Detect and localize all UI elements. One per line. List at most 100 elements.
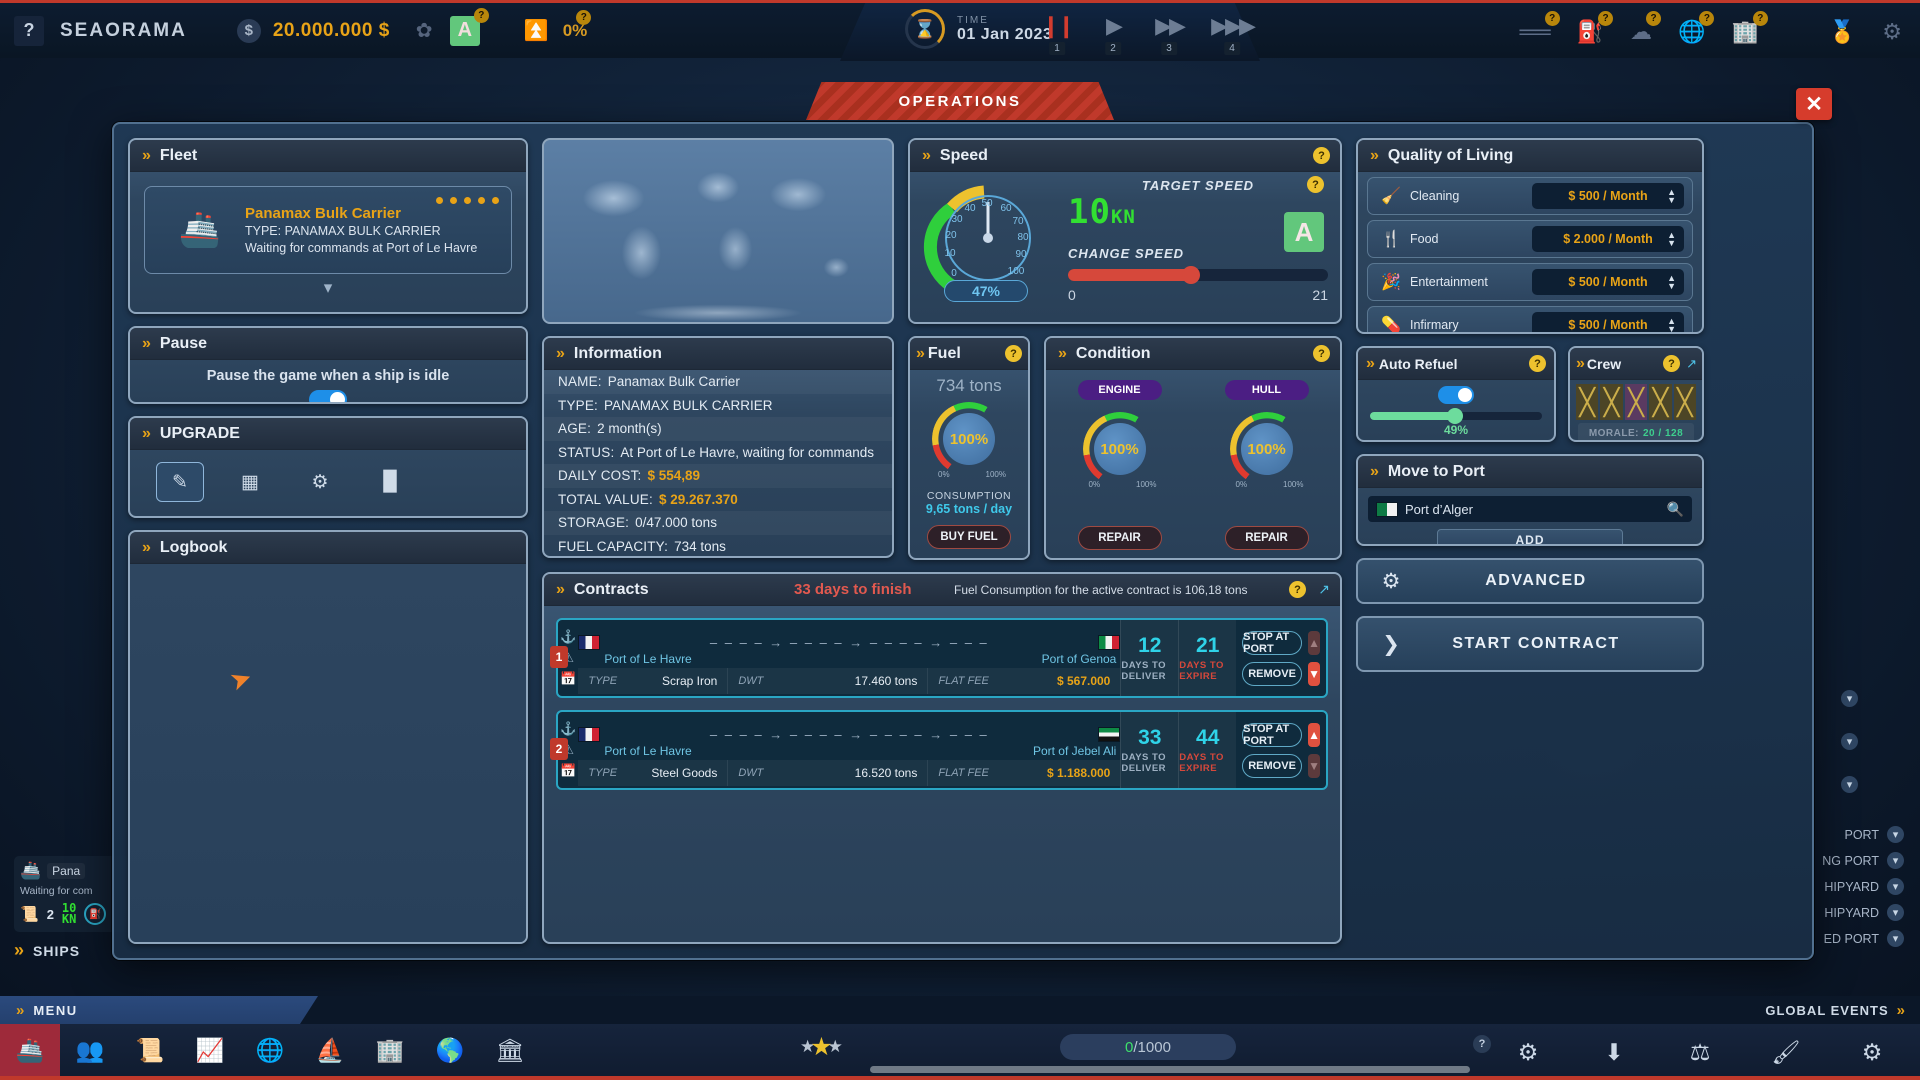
condition-help-icon[interactable]: ? xyxy=(1313,345,1330,362)
port-list-dot-icon[interactable]: ▾ xyxy=(1887,878,1904,895)
stepper-arrows-icon[interactable]: ▲ ▼ xyxy=(1667,188,1676,205)
eco-help-icon[interactable]: ? xyxy=(473,7,489,23)
contracts-external-link-icon[interactable]: ↗ xyxy=(1318,581,1330,598)
layout-icon[interactable]: ▦ xyxy=(226,462,274,502)
side-dot-icon[interactable]: ▾ xyxy=(1841,690,1858,707)
gears-icon[interactable]: ⚙ xyxy=(1498,1026,1558,1078)
cloud-help-icon[interactable]: ? xyxy=(1646,11,1662,26)
qol-value-stepper[interactable]: $ 500 / Month ▲ ▼ xyxy=(1532,183,1684,209)
port-list-row[interactable]: ED PORT ▾ xyxy=(1822,930,1904,947)
company-icon[interactable]: 🏢 xyxy=(360,1024,420,1076)
books-icon[interactable]: ══? xyxy=(1519,11,1560,45)
eco-grade-group[interactable]: A ? xyxy=(449,7,489,46)
market-group[interactable]: ⏫ 0% ? xyxy=(524,10,592,43)
auto-refuel-help-icon[interactable]: ? xyxy=(1529,355,1546,372)
fuel-help-icon[interactable]: ? xyxy=(1005,345,1022,362)
move-up-icon[interactable]: ▲ xyxy=(1308,630,1321,655)
slider-knob[interactable] xyxy=(1182,266,1201,284)
settings-icon[interactable]: ⚙ xyxy=(1842,1026,1902,1078)
menu-label[interactable]: MENU xyxy=(33,1003,77,1018)
start-contract-button[interactable]: ❯ START CONTRACT xyxy=(1356,616,1704,672)
ships-label-group[interactable]: » SHIPS xyxy=(14,940,80,961)
move-up-icon[interactable]: ▲ xyxy=(1308,722,1321,747)
crew-icon[interactable]: 👥 xyxy=(60,1024,120,1076)
ship-icon[interactable]: 🚢 xyxy=(0,1024,60,1076)
change-speed-slider[interactable] xyxy=(1068,266,1328,284)
download-icon[interactable]: ⬇ xyxy=(1584,1026,1644,1078)
move-down-icon[interactable]: ▼ xyxy=(1308,753,1321,778)
stats-icon[interactable]: 📈 xyxy=(180,1024,240,1076)
market-help-icon[interactable]: ? xyxy=(576,10,592,25)
cloud-ship-icon[interactable]: ☁? xyxy=(1630,11,1662,45)
gear-icon[interactable]: ⚙ xyxy=(296,462,344,502)
fleet-ship-card[interactable]: 🚢 Panamax Bulk Carrier TYPE: PANAMAX BUL… xyxy=(144,186,512,274)
stepper-arrows-icon[interactable]: ▲ ▼ xyxy=(1667,274,1676,291)
port-search-field[interactable]: 🔍 xyxy=(1368,496,1692,522)
stepper-arrows-icon[interactable]: ▲ ▼ xyxy=(1667,231,1676,248)
advanced-button[interactable]: ⚙ ADVANCED xyxy=(1356,558,1704,604)
world-map-preview[interactable] xyxy=(542,138,894,324)
pencil-icon[interactable]: ✎ xyxy=(156,462,204,502)
search-icon[interactable]: 🔍 xyxy=(1667,501,1684,518)
contracts-help-icon[interactable]: ? xyxy=(1289,581,1306,598)
remove-contract-button[interactable]: REMOVE xyxy=(1242,753,1303,778)
target-speed-help-icon[interactable]: ? xyxy=(1307,176,1324,193)
remove-contract-button[interactable]: REMOVE xyxy=(1242,661,1303,686)
world-money-icon[interactable]: 🌐 xyxy=(240,1024,300,1076)
side-dot-icon[interactable]: ▾ xyxy=(1841,733,1858,750)
port-list-dot-icon[interactable]: ▾ xyxy=(1887,904,1904,921)
contract-row[interactable]: 1 ⚓ ⚠ 📅 – – – – → – – – – → – – – – → – – – P… xyxy=(550,618,1328,698)
office-building-icon[interactable]: 🏢? xyxy=(1731,11,1768,45)
port-list-row[interactable]: HIPYARD ▾ xyxy=(1822,904,1904,921)
fleet-expand-chevron-down-icon[interactable]: ▾ xyxy=(130,278,526,298)
stepper-arrows-icon[interactable]: ▲ ▼ xyxy=(1667,317,1676,333)
repair-button[interactable]: REPAIR xyxy=(1077,526,1162,550)
port-list-row[interactable]: PORT ▾ xyxy=(1822,826,1904,843)
side-dot-icon[interactable]: ▾ xyxy=(1841,776,1858,793)
brush-icon[interactable]: 🖌 xyxy=(1756,1026,1816,1078)
crew-external-link-icon[interactable]: ↗ xyxy=(1686,356,1697,372)
speed-play-button[interactable]: ▶ 2 xyxy=(1096,13,1130,55)
speed-help-icon[interactable]: ? xyxy=(1313,147,1330,164)
pause-toggle[interactable] xyxy=(309,390,347,402)
qol-value-stepper[interactable]: $ 500 / Month ▲ ▼ xyxy=(1532,269,1684,295)
port-list-dot-icon[interactable]: ▾ xyxy=(1887,930,1904,947)
gear-icon[interactable]: ⚙ xyxy=(1882,19,1902,45)
balance-icon[interactable]: ⚖ xyxy=(1670,1026,1730,1078)
slider-knob[interactable] xyxy=(1447,408,1464,424)
port-search-input[interactable] xyxy=(1405,501,1667,517)
close-button[interactable]: ✕ xyxy=(1796,88,1832,120)
bank-icon[interactable]: 🏛 xyxy=(480,1024,540,1076)
port-list-row[interactable]: HIPYARD ▾ xyxy=(1822,878,1904,895)
port-list-dot-icon[interactable]: ▾ xyxy=(1887,826,1904,843)
buy-fuel-button[interactable]: BUY FUEL xyxy=(927,525,1011,549)
xp-help-icon[interactable]: ? xyxy=(1473,1035,1491,1053)
global-events-group[interactable]: GLOBAL EVENTS » xyxy=(1765,996,1905,1024)
stop-at-port-button[interactable]: STOP AT PORT xyxy=(1242,630,1303,655)
port-list-row[interactable]: NG PORT ▾ xyxy=(1822,852,1904,869)
globe-money-icon[interactable]: 🌐? xyxy=(1678,11,1715,45)
auto-refuel-toggle[interactable] xyxy=(1438,386,1474,404)
fuel-pump-icon[interactable]: ⛽? xyxy=(1577,11,1614,45)
medal-icon[interactable]: 🏅 xyxy=(1829,19,1856,45)
contract-row[interactable]: 2 ⚓ ⚠ 📅 – – – – → – – – – → – – – – → – – – P… xyxy=(550,710,1328,790)
world-port-icon[interactable]: 🌎 xyxy=(420,1024,480,1076)
paint-bucket-icon[interactable]: █ xyxy=(366,462,414,502)
contracts-icon[interactable]: 📜 xyxy=(120,1024,180,1076)
repair-button[interactable]: REPAIR xyxy=(1224,526,1309,550)
globe-help-icon[interactable]: ? xyxy=(1699,11,1715,26)
auto-refuel-slider[interactable] xyxy=(1370,408,1542,424)
qol-value-stepper[interactable]: $ 500 / Month ▲ ▼ xyxy=(1532,312,1684,333)
speed-fast-button[interactable]: ▶▶ 3 xyxy=(1152,13,1186,55)
add-port-button[interactable]: ADD xyxy=(1437,529,1623,544)
books-help-icon[interactable]: ? xyxy=(1544,11,1560,26)
speed-pause-button[interactable]: ❙❙ 1 xyxy=(1040,13,1075,55)
stop-at-port-button[interactable]: STOP AT PORT xyxy=(1242,722,1303,747)
port-list-dot-icon[interactable]: ▾ xyxy=(1887,852,1904,869)
fuel-help-icon[interactable]: ? xyxy=(1598,11,1614,26)
crew-help-icon[interactable]: ? xyxy=(1663,355,1680,372)
office-help-icon[interactable]: ? xyxy=(1752,11,1768,26)
help-button[interactable]: ? xyxy=(14,15,44,46)
qol-value-stepper[interactable]: $ 2.000 / Month ▲ ▼ xyxy=(1532,226,1684,252)
ship-buy-icon[interactable]: ⛵ xyxy=(300,1024,360,1076)
